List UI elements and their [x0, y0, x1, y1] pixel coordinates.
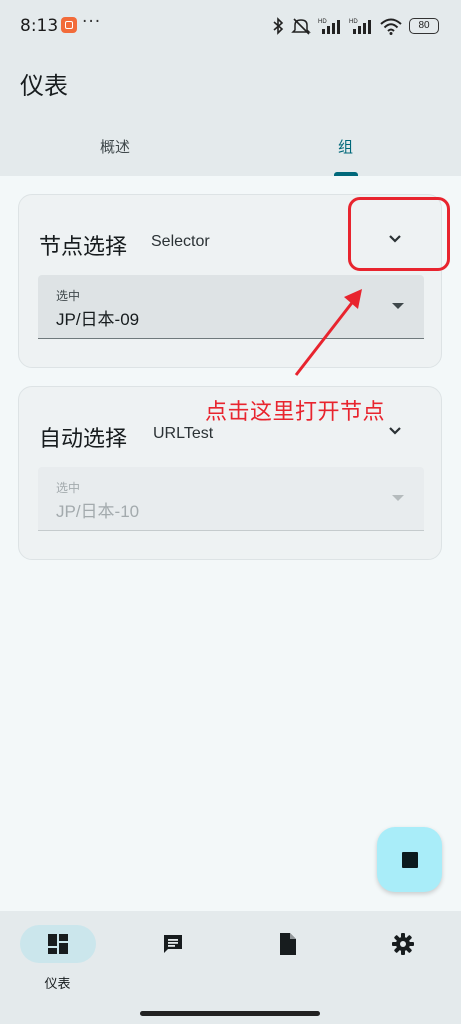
annotation-arrow: [294, 289, 362, 376]
selected-node-select: 选中 JP/日本-10: [38, 467, 424, 531]
hd-label-2: HD: [349, 19, 358, 25]
nav-pill: [365, 925, 441, 963]
nav-pill: [250, 925, 326, 963]
status-icons: HD HD 80: [272, 15, 439, 37]
chat-icon: [164, 935, 182, 953]
group-type: URLTest: [153, 425, 214, 442]
select-caption: 选中: [56, 481, 81, 495]
signal-icon-1: HD: [318, 19, 340, 34]
group-type: Selector: [151, 233, 210, 250]
tab-groups[interactable]: 组: [230, 136, 461, 176]
wifi-icon: [380, 18, 402, 35]
mute-icon: [291, 18, 311, 35]
status-time: 8:13: [20, 16, 59, 36]
select-value: JP/日本-10: [56, 502, 140, 521]
dashboard-icon: [48, 934, 68, 954]
document-icon: [280, 933, 296, 955]
group-name: 自动选择: [39, 427, 128, 452]
annotation-highlight-box: [348, 197, 450, 271]
expand-button[interactable]: [383, 419, 407, 443]
settings-icon: [392, 933, 414, 955]
app-notification-icon: [61, 17, 77, 33]
signal-icon-2: HD: [349, 19, 371, 34]
select-caption: 选中: [56, 289, 81, 303]
nav-item-settings[interactable]: [345, 925, 460, 1005]
hd-label-1: HD: [318, 19, 327, 25]
nav-item-logs[interactable]: [115, 925, 230, 1005]
annotation-text: 点击这里打开节点: [205, 400, 386, 425]
bottom-navigation: 仪表: [0, 911, 461, 1024]
group-name: 节点选择: [39, 235, 128, 260]
page-title: 仪表: [20, 72, 68, 100]
nav-item-profiles[interactable]: [230, 925, 345, 1005]
nav-label: 仪表: [44, 977, 71, 992]
select-value: JP/日本-09: [56, 310, 140, 329]
tab-active-indicator: [334, 172, 358, 176]
bluetooth-icon: [273, 17, 284, 35]
nav-pill: [135, 925, 211, 963]
dropdown-arrow-icon: [392, 303, 404, 309]
stop-icon: [401, 851, 418, 868]
chevron-down-icon: [389, 427, 401, 435]
more-notifications-icon: ···: [82, 12, 102, 32]
status-bar: 8:13 ··· HD HD 80: [0, 0, 461, 52]
stop-fab-button[interactable]: [377, 827, 442, 892]
nav-item-dashboard[interactable]: 仪表: [0, 925, 115, 1005]
dropdown-arrow-icon: [392, 495, 404, 501]
tab-overview[interactable]: 概述: [0, 136, 230, 176]
nav-active-pill: [20, 925, 96, 963]
home-indicator: [140, 1011, 320, 1016]
battery-icon: 80: [409, 18, 439, 34]
